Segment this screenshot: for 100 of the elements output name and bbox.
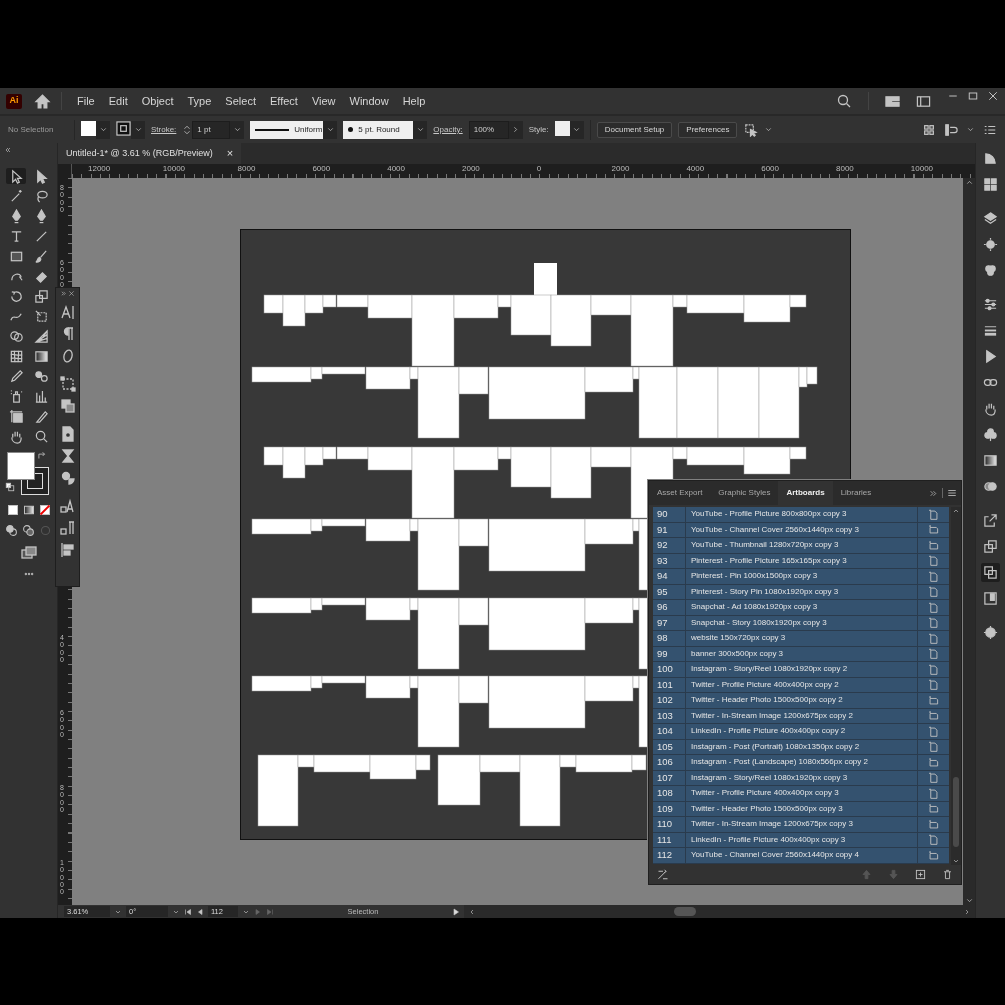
- none-icon[interactable]: [38, 504, 51, 516]
- gradient-icon[interactable]: [33, 348, 49, 364]
- info-icon[interactable]: [59, 426, 76, 442]
- clover-icon[interactable]: [983, 263, 998, 278]
- transform-icon[interactable]: [33, 308, 49, 324]
- page-icon[interactable]: [928, 679, 939, 691]
- toolbar-button[interactable]: Document Setup: [596, 121, 673, 138]
- maximize-icon[interactable]: [967, 90, 979, 102]
- expand-icon[interactable]: [60, 289, 67, 297]
- workspace-icon[interactable]: [885, 93, 900, 109]
- export-icon[interactable]: [983, 513, 998, 528]
- menu-item[interactable]: Edit: [103, 90, 133, 112]
- landscape-page-icon[interactable]: [928, 849, 939, 861]
- screen-mode-icon[interactable]: [19, 545, 38, 561]
- fill-stroke-swatches-icon[interactable]: [6, 452, 50, 495]
- stroke-weight-field[interactable]: 1 pt: [192, 120, 231, 139]
- character-icon[interactable]: [59, 304, 76, 320]
- page-icon[interactable]: [928, 648, 939, 660]
- scale-icon[interactable]: [33, 288, 49, 304]
- bar-chart-icon[interactable]: [33, 388, 49, 404]
- search-icon[interactable]: [836, 93, 852, 109]
- artboard-row[interactable]: 108 Twitter - Profile Picture 400x400px copy 3: [653, 786, 949, 802]
- chevron-up-icon[interactable]: [964, 178, 974, 187]
- panel-tab[interactable]: Asset Export: [649, 481, 711, 505]
- landscape-page-icon[interactable]: [928, 710, 939, 722]
- gradient-icon[interactable]: [983, 453, 998, 468]
- brush-field[interactable]: 5 pt. Round: [343, 120, 414, 139]
- panel-tab[interactable]: Artboards: [778, 481, 833, 505]
- knife-icon[interactable]: [33, 408, 49, 424]
- magnifier-icon[interactable]: [33, 428, 49, 444]
- artboard-icon[interactable]: [8, 408, 24, 424]
- page-icon[interactable]: [928, 632, 939, 644]
- club-icon[interactable]: [983, 427, 998, 442]
- swap-icon[interactable]: [36, 451, 47, 461]
- chevron-down-icon[interactable]: [764, 125, 774, 134]
- play-icon[interactable]: [983, 349, 998, 364]
- chevron-up-icon[interactable]: [952, 507, 960, 515]
- chevron-down-icon[interactable]: [98, 125, 108, 134]
- artboard-row[interactable]: 92 YouTube - Thumbnail 1280x720px copy 3: [653, 538, 949, 554]
- artboard-row[interactable]: 90 YouTube - Profile Picture 800x800px copy 3: [653, 507, 949, 523]
- artboard-row[interactable]: 98 website 150x720px copy 3: [653, 631, 949, 647]
- page-icon[interactable]: [928, 570, 939, 582]
- window-layout-icon[interactable]: [916, 93, 931, 109]
- arrange-icon[interactable]: [743, 122, 759, 137]
- lines-icon[interactable]: [983, 323, 998, 338]
- menu-item[interactable]: Type: [182, 90, 217, 112]
- artboards-icon[interactable]: [983, 565, 998, 580]
- page-icon[interactable]: [928, 834, 939, 846]
- landscape-page-icon[interactable]: [928, 694, 939, 706]
- draw-behind-icon[interactable]: [22, 524, 35, 537]
- chevron-down-icon[interactable]: [232, 125, 242, 134]
- artboard-row[interactable]: 104 LinkedIn - Profile Picture 400x400px copy 2: [653, 724, 949, 740]
- pathfinder-icon[interactable]: [59, 398, 76, 414]
- page-icon[interactable]: [928, 772, 939, 784]
- transform-icon[interactable]: [59, 376, 76, 392]
- opacity-field[interactable]: 100%: [468, 120, 509, 139]
- appearance-icon[interactable]: [59, 470, 76, 486]
- hourglass-icon[interactable]: [59, 448, 76, 464]
- text-style-icon[interactable]: [59, 498, 76, 514]
- landscape-page-icon[interactable]: [928, 818, 939, 830]
- chevron-down-icon[interactable]: [415, 125, 425, 134]
- page-icon[interactable]: [928, 617, 939, 629]
- chevron-down-icon[interactable]: [966, 125, 975, 134]
- layers-icon[interactable]: [983, 211, 998, 226]
- collapse-icon[interactable]: [4, 146, 12, 154]
- chevron-down-icon[interactable]: [952, 857, 960, 865]
- hand-icon[interactable]: [983, 401, 998, 416]
- draw-normal-icon[interactable]: [5, 524, 18, 537]
- sliders-icon[interactable]: [983, 297, 998, 312]
- scroll-thumb[interactable]: [953, 777, 959, 847]
- mesh-icon[interactable]: [8, 348, 24, 364]
- blend-icon[interactable]: [33, 368, 49, 384]
- menu-item[interactable]: Select: [220, 90, 261, 112]
- align-left-icon[interactable]: [59, 542, 76, 558]
- menu-item[interactable]: Effect: [264, 90, 303, 112]
- brush-icon[interactable]: [33, 248, 49, 264]
- artboard-row[interactable]: 102 Twitter - Header Photo 1500x500px copy 2: [653, 693, 949, 709]
- home-icon[interactable]: [34, 92, 51, 110]
- page-icon[interactable]: [928, 586, 939, 598]
- menu-item[interactable]: View: [306, 90, 341, 112]
- double-chevron-icon[interactable]: [929, 488, 938, 498]
- artboard-row[interactable]: 110 Twitter - In-Stream Image 1200x675px copy 3: [653, 817, 949, 833]
- toolbar-button[interactable]: Preferences: [678, 121, 738, 138]
- panel-tab[interactable]: Libraries: [832, 481, 880, 505]
- rearrange-icon[interactable]: [657, 868, 669, 881]
- stroke-swatch-icon[interactable]: [116, 120, 131, 136]
- page-icon[interactable]: [928, 663, 939, 675]
- page-icon[interactable]: [928, 725, 939, 737]
- perspective-grid-icon[interactable]: [33, 328, 49, 344]
- chevron-down-icon[interactable]: [964, 896, 974, 905]
- scrollbar[interactable]: [963, 178, 975, 905]
- close-tab-button[interactable]: ×: [226, 145, 234, 162]
- circle-icon[interactable]: [983, 625, 998, 640]
- sun-icon[interactable]: [983, 237, 998, 252]
- fill-swatch[interactable]: [81, 120, 96, 136]
- play-icon[interactable]: [452, 907, 460, 916]
- menu-item[interactable]: File: [72, 90, 100, 112]
- chevron-down-icon[interactable]: [133, 125, 143, 134]
- swatches-icon[interactable]: [983, 177, 998, 192]
- library-icon[interactable]: [983, 591, 998, 606]
